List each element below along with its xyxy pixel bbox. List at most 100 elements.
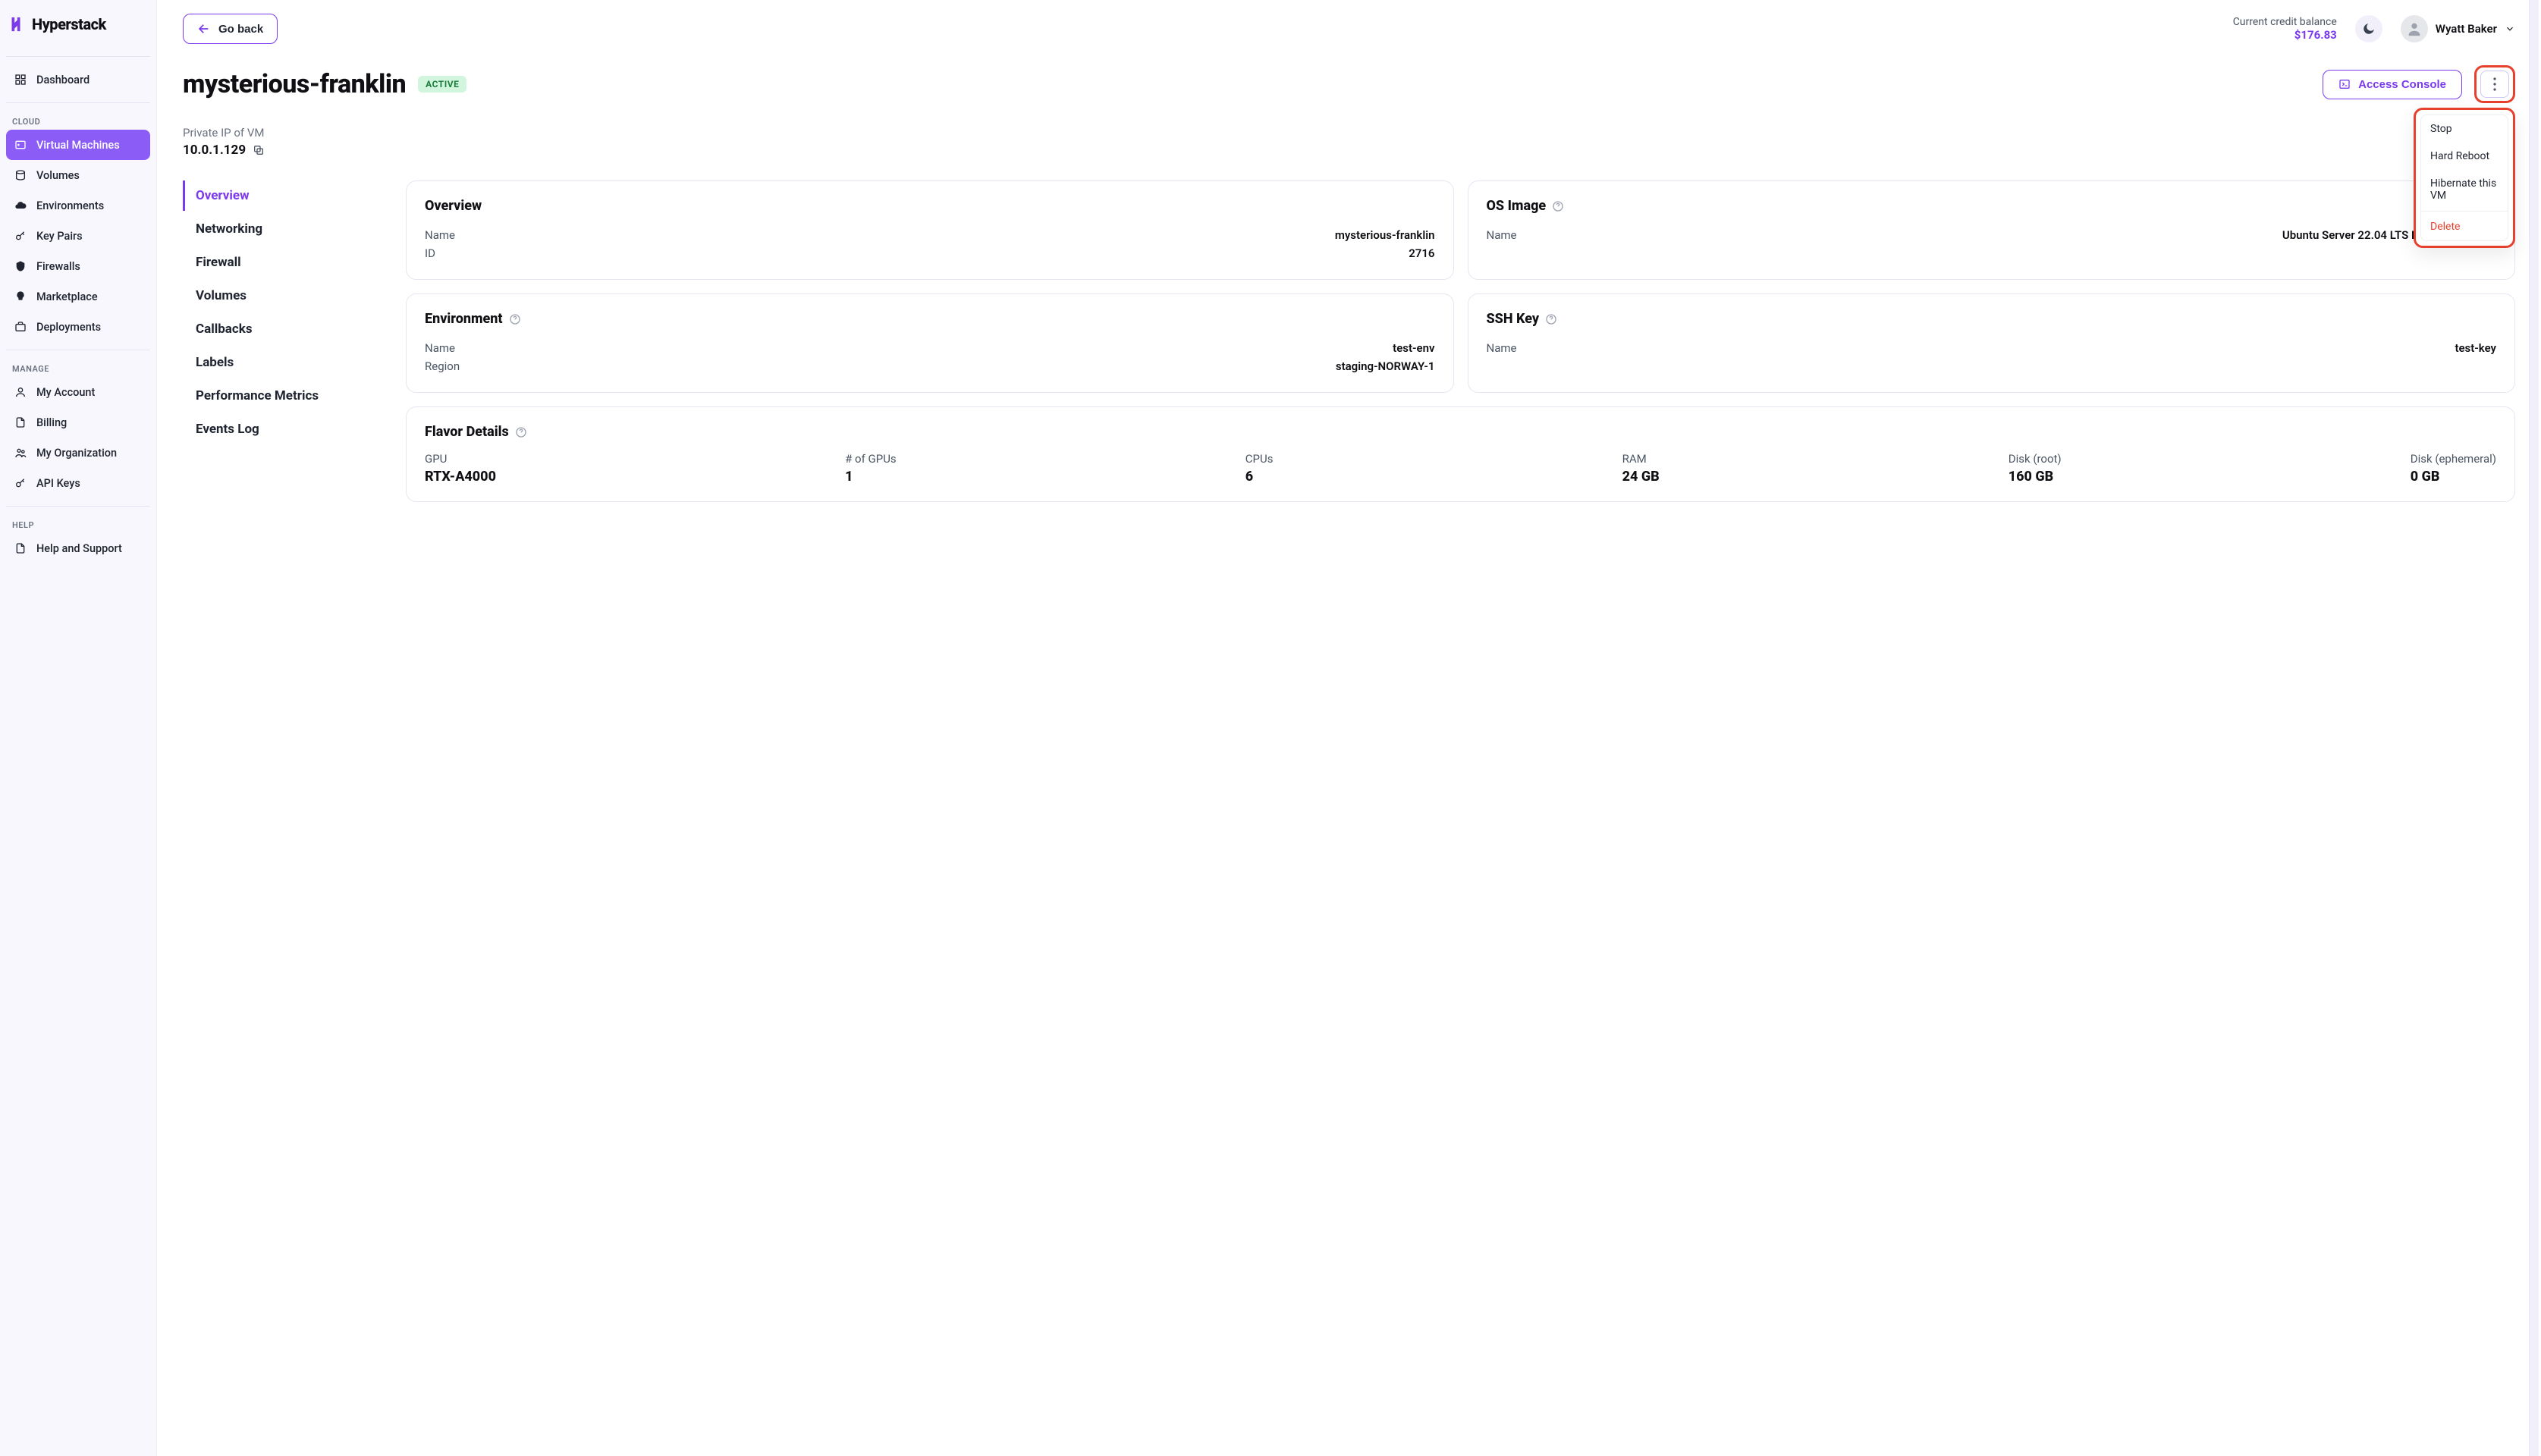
main-content: Go back Current credit balance $176.83 W: [157, 0, 2541, 1456]
terminal-icon: [2338, 78, 2351, 90]
sidebar-item-virtual-machines[interactable]: Virtual Machines: [6, 130, 150, 160]
grid-icon: [14, 73, 27, 86]
users-icon: [14, 446, 27, 460]
secnav-overview[interactable]: Overview: [183, 180, 380, 211]
ssh-name-value: test-key: [2455, 341, 2496, 355]
secnav-performance-metrics[interactable]: Performance Metrics: [183, 381, 380, 411]
secnav-volumes[interactable]: Volumes: [183, 281, 380, 311]
card-ssh-title: SSH Key: [1487, 311, 1540, 327]
private-ip-value: 10.0.1.129: [183, 143, 246, 158]
card-ssh-key: SSH Key Name test-key: [1468, 293, 2516, 393]
menu-item-delete[interactable]: Delete: [2421, 213, 2508, 240]
sidebar-item-firewalls[interactable]: Firewalls: [6, 251, 150, 281]
database-icon: [14, 168, 27, 182]
overview-name-label: Name: [425, 228, 455, 242]
flavor-ram-value: 24 GB: [1622, 469, 1660, 485]
sidebar-section-manage: MANAGE: [6, 358, 150, 377]
cards-area: Overview Namemysterious-franklin ID2716 …: [406, 180, 2515, 502]
secnav-labels[interactable]: Labels: [183, 347, 380, 378]
sidebar-section-cloud: CLOUD: [6, 111, 150, 130]
overview-name-value: mysterious-franklin: [1335, 228, 1435, 242]
help-icon[interactable]: [509, 313, 521, 325]
sidebar-item-environments[interactable]: Environments: [6, 190, 150, 221]
help-icon[interactable]: [515, 426, 527, 438]
flavor-ram-label: RAM: [1622, 452, 1660, 466]
file-icon: [14, 541, 27, 555]
help-icon[interactable]: [1545, 313, 1557, 325]
flavor-gpus-value: 1: [845, 469, 897, 485]
ssh-name-label: Name: [1487, 341, 1517, 355]
file-icon: [14, 416, 27, 429]
brand-name: Hyperstack: [32, 15, 106, 33]
actions-dropdown: Stop Hard Reboot Hibernate this VM Delet…: [2414, 108, 2515, 248]
sidebar-item-my-organization[interactable]: My Organization: [6, 438, 150, 468]
shield-icon: [14, 259, 27, 273]
sidebar-item-marketplace[interactable]: Marketplace: [6, 281, 150, 312]
title-row: mysterious-franklin ACTIVE Access Consol…: [183, 65, 2515, 103]
go-back-label: Go back: [218, 23, 263, 36]
go-back-button[interactable]: Go back: [183, 14, 278, 44]
secondary-nav: Overview Networking Firewall Volumes Cal…: [183, 180, 380, 502]
secnav-callbacks[interactable]: Callbacks: [183, 314, 380, 344]
card-flavor-details: Flavor Details GPURTX-A4000 # of GPUs1 C…: [406, 406, 2515, 502]
copy-icon[interactable]: [253, 144, 265, 156]
sidebar-item-label: Marketplace: [36, 290, 98, 303]
overview-id-value: 2716: [1409, 246, 1434, 260]
sidebar-item-key-pairs[interactable]: Key Pairs: [6, 221, 150, 251]
moon-icon: [2362, 22, 2376, 36]
secnav-events-log[interactable]: Events Log: [183, 414, 380, 444]
sidebar-item-dashboard[interactable]: Dashboard: [6, 64, 150, 95]
card-environment: Environment Nametest-env Regionstaging-N…: [406, 293, 1454, 393]
page-title: mysterious-franklin: [183, 69, 406, 99]
menu-item-stop[interactable]: Stop: [2421, 115, 2508, 143]
card-os-image: OS Image NameUbuntu Server 22.04 LTS R53…: [1468, 180, 2516, 280]
menu-item-hard-reboot[interactable]: Hard Reboot: [2421, 143, 2508, 170]
theme-toggle[interactable]: [2355, 15, 2382, 42]
private-ip-label: Private IP of VM: [183, 126, 2515, 140]
credit-value: $176.83: [2233, 28, 2337, 42]
sidebar-item-help-support[interactable]: Help and Support: [6, 533, 150, 563]
flavor-gpus-label: # of GPUs: [845, 452, 897, 466]
help-icon[interactable]: [1552, 200, 1564, 212]
sidebar-item-label: My Account: [36, 386, 95, 399]
key-icon: [14, 476, 27, 490]
brand[interactable]: Hyperstack: [6, 15, 150, 49]
card-env-title: Environment: [425, 311, 503, 327]
scrollbar[interactable]: [2529, 0, 2539, 1456]
sidebar-item-volumes[interactable]: Volumes: [6, 160, 150, 190]
brand-logo-icon: [8, 16, 24, 33]
env-region-label: Region: [425, 359, 460, 373]
sidebar-item-label: Environments: [36, 199, 104, 212]
private-ip-block: Private IP of VM 10.0.1.129: [183, 126, 2515, 158]
status-badge: ACTIVE: [418, 76, 466, 93]
sidebar-item-label: Key Pairs: [36, 230, 83, 243]
arrow-left-icon: [197, 22, 211, 36]
menu-item-hibernate[interactable]: Hibernate this VM: [2421, 170, 2508, 209]
access-console-button[interactable]: Access Console: [2323, 70, 2462, 99]
actions-menu-button[interactable]: [2474, 65, 2515, 103]
sidebar-item-deployments[interactable]: Deployments: [6, 312, 150, 342]
flavor-disk-eph-value: 0 GB: [2411, 469, 2496, 485]
card-overview: Overview Namemysterious-franklin ID2716: [406, 180, 1454, 280]
flavor-cpus-label: CPUs: [1245, 452, 1274, 466]
credit-balance: Current credit balance $176.83: [2233, 16, 2337, 42]
sidebar-item-billing[interactable]: Billing: [6, 407, 150, 438]
credit-label: Current credit balance: [2233, 16, 2337, 28]
key-icon: [14, 229, 27, 243]
card-flavor-title: Flavor Details: [425, 424, 509, 440]
user-menu[interactable]: Wyatt Baker: [2401, 15, 2515, 42]
sidebar-item-my-account[interactable]: My Account: [6, 377, 150, 407]
sidebar-item-label: Dashboard: [36, 74, 90, 86]
chevron-down-icon: [2505, 24, 2515, 34]
kebab-icon: [2493, 77, 2496, 91]
sidebar: Hyperstack Dashboard CLOUD Virtual Machi…: [0, 0, 157, 1456]
os-name-label: Name: [1487, 228, 1517, 242]
flavor-cpus-value: 6: [1245, 469, 1274, 485]
cloud-icon: [14, 199, 27, 212]
avatar: [2401, 15, 2428, 42]
sidebar-item-api-keys[interactable]: API Keys: [6, 468, 150, 498]
flavor-gpu-label: GPU: [425, 452, 496, 466]
secnav-firewall[interactable]: Firewall: [183, 247, 380, 278]
sidebar-section-help: HELP: [6, 514, 150, 533]
secnav-networking[interactable]: Networking: [183, 214, 380, 244]
